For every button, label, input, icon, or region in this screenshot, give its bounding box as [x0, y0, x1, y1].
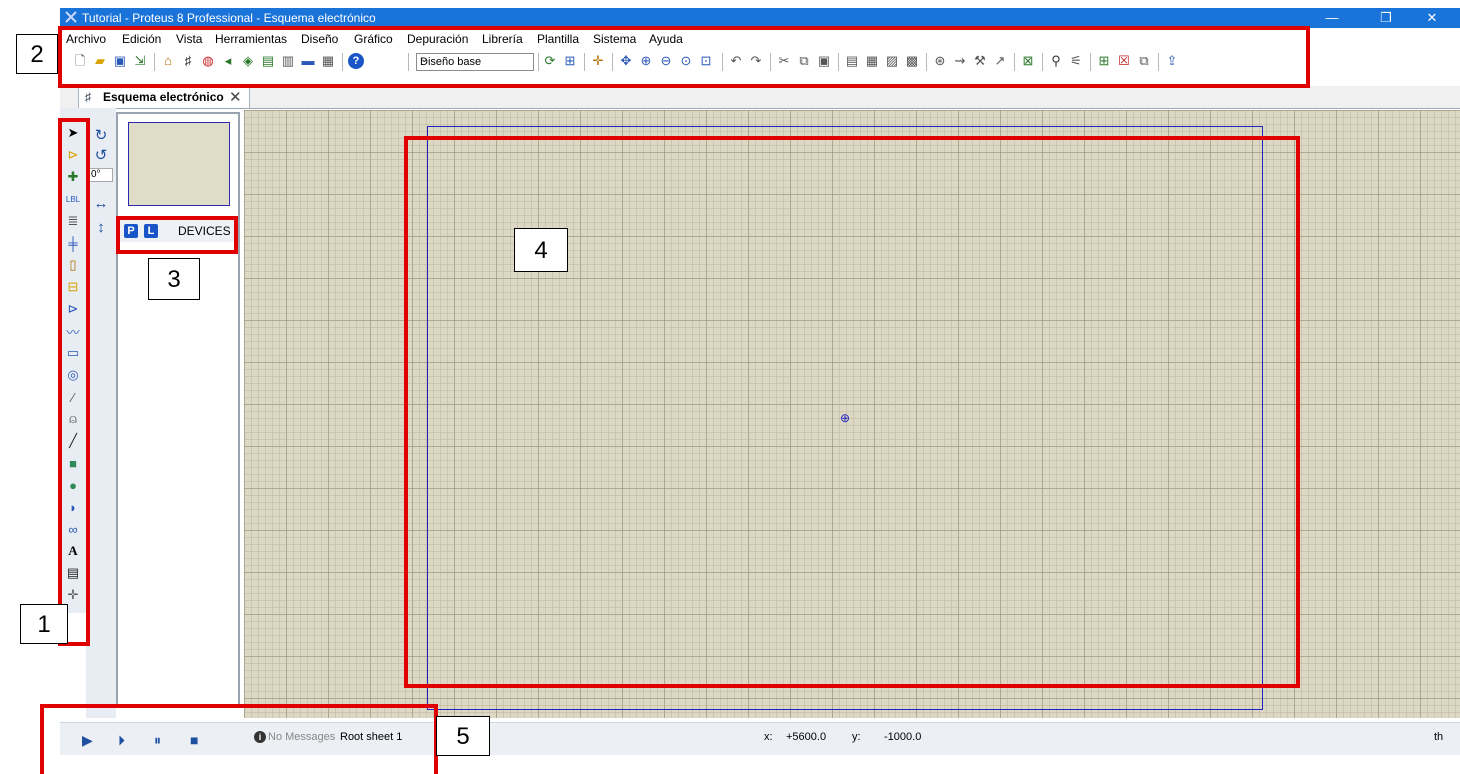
- orientation-toolbar: ↻ ↺ 0° ↔ ↕: [86, 108, 116, 718]
- schematic-tab-icon: ♯: [85, 90, 91, 104]
- rotation-angle-field[interactable]: 0°: [89, 168, 113, 182]
- mirror-vertical-icon[interactable]: ↕: [92, 218, 110, 236]
- window-title: Tutorial - Proteus 8 Professional - Esqu…: [82, 11, 376, 25]
- device-selector-panel: P L DEVICES: [116, 112, 240, 708]
- callout-3: 3: [148, 258, 200, 300]
- tab-esquema-electronico[interactable]: ♯ Esquema electrónico ✕: [78, 86, 250, 108]
- title-bar: Tutorial - Proteus 8 Professional - Esqu…: [60, 8, 1460, 28]
- tab-label: Esquema electrónico: [103, 90, 224, 104]
- restore-button[interactable]: ❐: [1366, 8, 1406, 28]
- callout-2: 2: [16, 34, 58, 74]
- annotation-box-3: [116, 216, 238, 254]
- unit-status[interactable]: th: [1434, 731, 1443, 743]
- x-coord-label: x:: [764, 731, 773, 743]
- annotation-box-2: [58, 26, 1310, 88]
- callout-4: 4: [514, 228, 568, 272]
- x-coord-value: +5600.0: [786, 731, 827, 743]
- y-coord-label: y:: [852, 731, 861, 743]
- annotation-box-1: [58, 118, 90, 646]
- callout-1: 1: [20, 604, 68, 644]
- document-tab-strip: [60, 86, 1460, 109]
- rotate-clockwise-icon[interactable]: ↻: [92, 126, 110, 144]
- minimize-button[interactable]: —: [1312, 8, 1352, 28]
- rotate-anticlockwise-icon[interactable]: ↺: [92, 146, 110, 164]
- callout-5: 5: [436, 716, 490, 756]
- close-window-button[interactable]: ✕: [1412, 8, 1452, 28]
- annotation-box-5: [40, 704, 438, 774]
- close-tab-icon[interactable]: ✕: [229, 88, 242, 106]
- proteus-app-icon: [65, 11, 77, 23]
- mirror-horizontal-icon[interactable]: ↔: [92, 194, 110, 212]
- annotation-box-4: [404, 136, 1300, 688]
- y-coord-value: -1000.0: [884, 731, 922, 743]
- overview-preview[interactable]: [128, 122, 230, 206]
